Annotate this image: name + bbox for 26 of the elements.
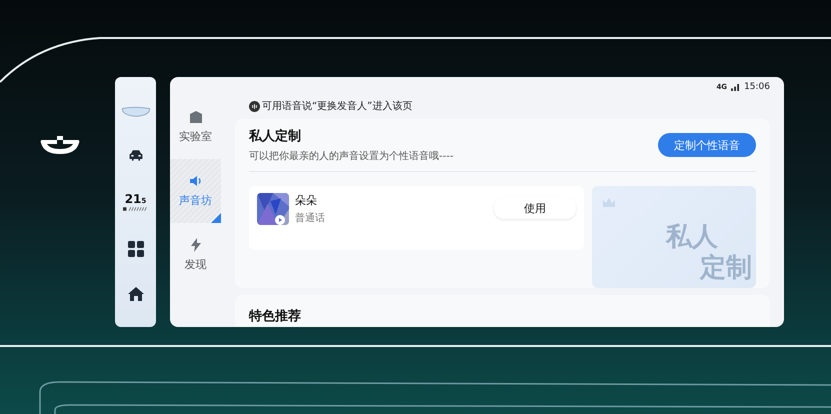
signal-icon (731, 84, 740, 90)
voice-language: 普通话 (295, 212, 326, 225)
voice-card[interactable]: 朵朵 普通话 使用 (249, 186, 584, 250)
lightning-icon (188, 238, 202, 252)
section-title: 私人定制 (249, 128, 302, 145)
banner-watermark-text: 私人 (666, 222, 718, 254)
house-icon (188, 110, 202, 124)
status-time: 15:06 (744, 82, 770, 92)
banner-watermark-text: 定制 (700, 253, 752, 284)
temperature-value: 21 (124, 192, 142, 205)
voice-name: 朵朵 (295, 193, 318, 208)
fan-level-icon (122, 206, 148, 211)
nav-tab[interactable]: 发现 (170, 223, 221, 287)
apps-grid-icon[interactable] (128, 240, 144, 257)
crown-icon (602, 198, 616, 208)
section-subtitle: 可以把你最亲的人的声音设置为个性语音哦---- (249, 150, 454, 163)
car-icon[interactable] (128, 147, 144, 164)
voice-wave-icon (249, 100, 260, 112)
home-icon[interactable] (128, 286, 144, 302)
customize-voice-button[interactable]: 定制个性语音 (658, 133, 756, 157)
use-button[interactable]: 使用 (494, 197, 576, 219)
speaker-icon (188, 174, 202, 188)
voice-hint: 可用语音说“更换发音人”进入该页 (262, 100, 412, 113)
play-icon (275, 215, 285, 225)
section-title: 特色推荐 (249, 308, 302, 325)
nav-tab[interactable]: 实验室 (170, 95, 221, 159)
